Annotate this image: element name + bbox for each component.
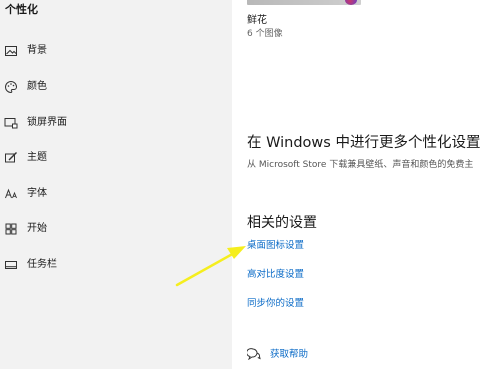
- theme-image-count: 6 个图像: [247, 29, 283, 39]
- sync-settings-link[interactable]: 同步你的设置: [247, 295, 304, 309]
- sidebar-item-lock-screen[interactable]: 锁屏界面: [0, 108, 232, 138]
- start-tiles-icon: [4, 222, 18, 236]
- sidebar-item-colors[interactable]: 颜色: [0, 72, 232, 102]
- palette-icon: [4, 80, 18, 94]
- font-icon: [4, 187, 18, 201]
- sidebar-item-label: 任务栏: [27, 259, 57, 270]
- sidebar: 个性化 背景 颜色 锁屏界面 主题 字体 开始 任务栏: [0, 0, 232, 369]
- theme-name: 鲜花: [247, 15, 267, 26]
- help-chat-icon: [246, 345, 261, 361]
- get-help-link[interactable]: 获取帮助: [270, 346, 308, 360]
- sidebar-item-label: 开始: [27, 223, 47, 234]
- sidebar-item-label: 背景: [27, 45, 47, 56]
- desktop-icon-settings-link[interactable]: 桌面图标设置: [247, 237, 304, 251]
- sidebar-item-fonts[interactable]: 字体: [0, 179, 232, 209]
- related-settings-heading: 相关的设置: [247, 215, 317, 231]
- sidebar-item-taskbar[interactable]: 任务栏: [0, 250, 232, 280]
- theme-thumbnail[interactable]: [247, 0, 361, 5]
- taskbar-icon: [4, 258, 18, 272]
- sidebar-item-start[interactable]: 开始: [0, 214, 232, 244]
- monitor-lock-icon: [4, 116, 18, 130]
- high-contrast-settings-link[interactable]: 高对比度设置: [247, 266, 304, 280]
- theme-brush-icon: [4, 151, 18, 165]
- sidebar-item-background[interactable]: 背景: [0, 36, 232, 66]
- sidebar-item-label: 锁屏界面: [27, 117, 67, 128]
- more-personalization-heading: 在 Windows 中进行更多个性化设置: [247, 135, 481, 151]
- more-personalization-description: 从 Microsoft Store 下载兼具壁纸、声音和颜色的免费主: [247, 160, 474, 170]
- main-panel: [232, 0, 499, 369]
- sidebar-item-label: 颜色: [27, 81, 47, 92]
- sidebar-item-label: 主题: [27, 152, 47, 163]
- picture-icon: [4, 44, 18, 58]
- sidebar-title: 个性化: [5, 3, 38, 16]
- sidebar-item-themes[interactable]: 主题: [0, 143, 232, 173]
- sidebar-item-label: 字体: [27, 188, 47, 199]
